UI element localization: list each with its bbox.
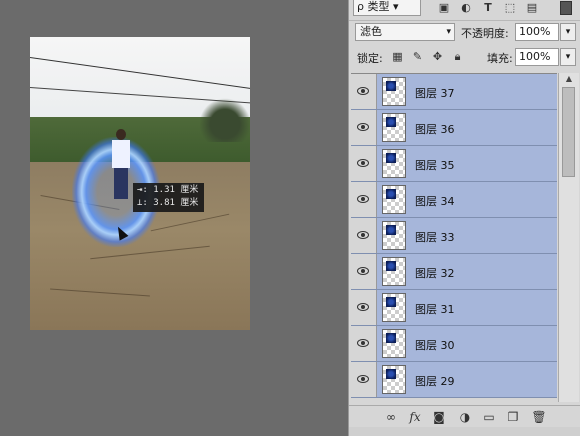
- mask-icon[interactable]: ◙: [431, 409, 447, 425]
- layer-name: 图层 32: [415, 267, 455, 280]
- visibility-toggle[interactable]: [351, 146, 377, 181]
- layer-thumbnail: [382, 113, 406, 142]
- layer-thumbnail: [382, 293, 406, 322]
- layer-name: 图层 31: [415, 303, 455, 316]
- eye-icon: [357, 375, 369, 383]
- visibility-toggle[interactable]: [351, 110, 377, 145]
- lock-position-icon[interactable]: ✥: [431, 50, 444, 63]
- visibility-toggle[interactable]: [351, 362, 377, 397]
- layer-thumbnail: [382, 221, 406, 250]
- eye-icon: [357, 303, 369, 311]
- scroll-thumb[interactable]: [562, 87, 575, 177]
- lock-all-icon[interactable]: 🔒︎: [451, 50, 464, 63]
- layer-name: 图层 30: [415, 339, 455, 352]
- layer-row[interactable]: 图层 31: [351, 290, 557, 326]
- eye-icon: [357, 123, 369, 131]
- layer-row[interactable]: 图层 34: [351, 182, 557, 218]
- layer-name: 图层 35: [415, 159, 455, 172]
- filter-toggle-switch[interactable]: [560, 1, 572, 15]
- layer-row[interactable]: 图层 33: [351, 218, 557, 254]
- trash-icon[interactable]: 🗑︎: [531, 409, 547, 425]
- layer-list: 图层 37 图层 36 图层 35 图层 34 图层 33 图层 32 图层 3…: [351, 73, 557, 403]
- eye-icon: [357, 87, 369, 95]
- layer-row[interactable]: 图层 29: [351, 362, 557, 398]
- group-folder-icon[interactable]: ▭: [481, 409, 497, 425]
- layer-row[interactable]: 图层 35: [351, 146, 557, 182]
- lock-transparent-pixels-icon[interactable]: ▦: [391, 50, 404, 63]
- shape-filter-icon[interactable]: ⬚: [503, 1, 517, 15]
- layer-name: 图层 34: [415, 195, 455, 208]
- fill-dropdown-button[interactable]: ▾: [560, 48, 576, 66]
- smart-object-filter-icon[interactable]: ▤: [525, 1, 539, 15]
- visibility-toggle[interactable]: [351, 74, 377, 109]
- panel-resize-grip[interactable]: [349, 427, 580, 436]
- fill-input[interactable]: 100%: [515, 48, 559, 66]
- new-layer-icon[interactable]: ❐: [505, 409, 521, 425]
- visibility-toggle[interactable]: [351, 182, 377, 217]
- opacity-input[interactable]: 100%: [515, 23, 559, 41]
- eye-icon: [357, 195, 369, 203]
- measure-tooltip: ⇥: 1.31 厘米 ⊥: 3.81 厘米: [133, 183, 204, 212]
- layer-name: 图层 33: [415, 231, 455, 244]
- blend-row: 滤色 ▾ 不透明度: 100% ▾: [349, 22, 580, 44]
- layer-name: 图层 36: [415, 123, 455, 136]
- fx-icon[interactable]: fx: [407, 409, 423, 425]
- layer-thumbnail: [382, 77, 406, 106]
- photo-tree: [200, 97, 250, 142]
- lock-image-pixels-icon[interactable]: ✎: [411, 50, 424, 63]
- document-canvas-area[interactable]: ⇥: 1.31 厘米 ⊥: 3.81 厘米: [0, 0, 348, 436]
- opacity-dropdown-button[interactable]: ▾: [560, 23, 576, 41]
- layer-row[interactable]: 图层 30: [351, 326, 557, 362]
- tooltip-y-offset: ⊥: 3.81 厘米: [137, 198, 199, 208]
- link-layers-icon[interactable]: ∞: [383, 409, 399, 425]
- layer-thumbnail: [382, 365, 406, 394]
- layer-thumbnail: [382, 257, 406, 286]
- layers-bottom-bar: ∞ fx ◙ ◑ ▭ ❐ 🗑︎: [349, 405, 580, 428]
- layers-panel: ρ 类型 ▾ ▣ ◐ T ⬚ ▤ 滤色 ▾ 不透明度: 100% ▾ 锁定: ▦ …: [348, 0, 580, 436]
- lock-label: 锁定:: [357, 52, 383, 65]
- opacity-label: 不透明度:: [461, 27, 509, 40]
- fill-label: 填充:: [487, 52, 513, 65]
- layer-row[interactable]: 图层 36: [351, 110, 557, 146]
- scroll-up-icon[interactable]: ▲: [559, 73, 579, 85]
- photo-person: [110, 129, 132, 199]
- layer-list-scrollbar[interactable]: ▲: [558, 73, 579, 402]
- lock-row: 锁定: ▦ ✎ ✥ 🔒︎ 填充: 100% ▾: [349, 47, 580, 69]
- eye-icon: [357, 267, 369, 275]
- adjustment-filter-icon[interactable]: ◐: [459, 1, 473, 15]
- visibility-toggle[interactable]: [351, 218, 377, 253]
- eye-icon: [357, 159, 369, 167]
- tooltip-x-offset: ⇥: 1.31 厘米: [137, 185, 199, 195]
- eye-icon: [357, 231, 369, 239]
- layer-filter-row: ρ 类型 ▾ ▣ ◐ T ⬚ ▤: [349, 0, 580, 21]
- visibility-toggle[interactable]: [351, 326, 377, 361]
- layer-name: 图层 37: [415, 87, 455, 100]
- visibility-toggle[interactable]: [351, 290, 377, 325]
- visibility-toggle[interactable]: [351, 254, 377, 289]
- layer-row[interactable]: 图层 37: [351, 74, 557, 110]
- blend-mode-select[interactable]: 滤色 ▾: [355, 23, 455, 41]
- type-filter-icon[interactable]: T: [481, 1, 495, 15]
- layer-thumbnail: [382, 329, 406, 358]
- image-filter-icon[interactable]: ▣: [437, 1, 451, 15]
- layer-name: 图层 29: [415, 375, 455, 388]
- layer-thumbnail: [382, 149, 406, 178]
- eye-icon: [357, 339, 369, 347]
- adjustment-layer-icon[interactable]: ◑: [457, 409, 473, 425]
- filter-type-select[interactable]: ρ 类型 ▾: [353, 0, 421, 16]
- chevron-down-icon: ▾: [446, 27, 451, 37]
- layer-row[interactable]: 图层 32: [351, 254, 557, 290]
- layer-thumbnail: [382, 185, 406, 214]
